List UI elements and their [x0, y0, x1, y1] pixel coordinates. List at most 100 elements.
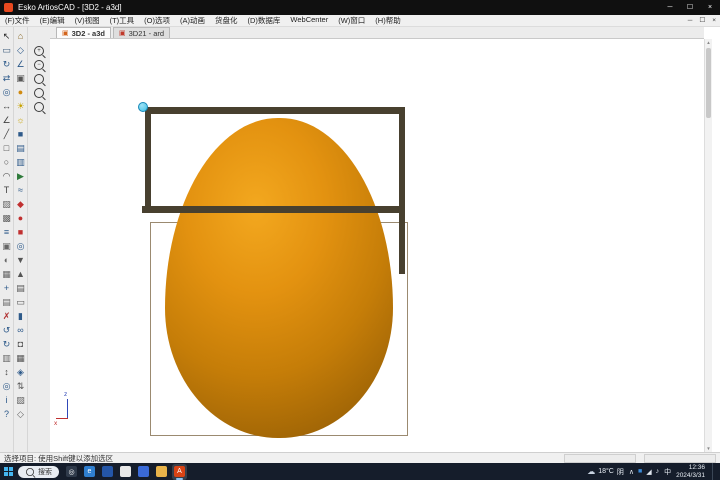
export-icon[interactable]: ▼ — [14, 253, 27, 267]
info-tool-icon[interactable]: i — [0, 393, 13, 407]
redo-icon[interactable]: ↻ — [0, 337, 13, 351]
snap-icon[interactable]: ◈ — [14, 365, 27, 379]
tray-expand-icon[interactable]: ∧ — [629, 468, 634, 476]
menu-item[interactable]: (E)编辑 — [35, 15, 70, 26]
menu-item[interactable]: (H)帮助 — [370, 15, 405, 26]
menu-item[interactable]: (W)窗口 — [333, 15, 370, 26]
red-tool-2-icon[interactable]: ● — [14, 211, 27, 225]
menu-item[interactable]: 货盘化 — [210, 15, 243, 26]
arc-tool-icon[interactable]: ◠ — [0, 169, 13, 183]
extra-tool-icon[interactable]: ◇ — [14, 407, 27, 421]
start-button[interactable] — [4, 467, 13, 476]
zoom-window-icon[interactable] — [31, 72, 47, 86]
array-tool-icon[interactable]: ▦ — [0, 267, 13, 281]
camera-view-icon[interactable]: ▣ — [14, 71, 27, 85]
menu-item[interactable]: (O)选项 — [139, 15, 175, 26]
frame-right-bar[interactable] — [399, 109, 405, 274]
group-tool-icon[interactable]: ▣ — [0, 239, 13, 253]
document-restore-button[interactable]: ☐ — [699, 15, 705, 26]
notes-icon[interactable]: ▨ — [14, 393, 27, 407]
canvas-3d-view[interactable]: z x — [50, 39, 704, 452]
red-tool-3-icon[interactable]: ■ — [14, 225, 27, 239]
options-icon[interactable]: ◘ — [14, 337, 27, 351]
select-tool-icon[interactable]: ↖ — [0, 29, 13, 43]
maximize-button[interactable]: ☐ — [680, 0, 700, 15]
menu-item[interactable]: (A)动画 — [175, 15, 210, 26]
taskbar-app-teams[interactable] — [100, 464, 115, 480]
vertical-scrollbar[interactable]: ▲ ▼ — [704, 39, 712, 452]
workspace-icon[interactable]: ⌂ — [14, 29, 27, 43]
zoom-out-icon[interactable]: − — [31, 58, 47, 72]
animation-play-icon[interactable]: ▶ — [14, 169, 27, 183]
fill-tool-icon[interactable]: ▩ — [0, 211, 13, 225]
document-close-button[interactable]: × — [712, 15, 716, 26]
menu-item[interactable]: (F)文件 — [0, 15, 35, 26]
show-desktop-button[interactable] — [712, 463, 716, 480]
database-icon[interactable]: ▮ — [14, 309, 27, 323]
undo-icon[interactable]: ↺ — [0, 323, 13, 337]
zoom-fit-icon[interactable] — [31, 86, 47, 100]
import-icon[interactable]: ▲ — [14, 267, 27, 281]
path-tool-icon[interactable]: ≈ — [14, 183, 27, 197]
zoom-out-tool-icon[interactable]: ◎ — [0, 379, 13, 393]
front-view-icon[interactable]: ■ — [14, 127, 27, 141]
taskbar-app-edge[interactable]: e — [82, 464, 97, 480]
taskbar-app-capture[interactable]: ◎ — [64, 464, 79, 480]
taskbar-weather[interactable]: ☁ 18°C 阴 — [587, 467, 624, 477]
document-tab[interactable]: ▣3D21 - ard — [113, 27, 170, 38]
red-tool-1-icon[interactable]: ◆ — [14, 197, 27, 211]
zoom-in-tool-icon[interactable]: ◎ — [0, 85, 13, 99]
menu-item[interactable]: WebCenter — [285, 15, 333, 26]
scroll-up-arrow-icon[interactable]: ▲ — [705, 40, 712, 45]
layers-tool-icon[interactable]: ≡ — [0, 225, 13, 239]
fold-tool-icon[interactable]: ◇ — [14, 43, 27, 57]
zoom-in-icon[interactable]: + — [31, 44, 47, 58]
menu-item[interactable]: (D)数据库 — [243, 15, 286, 26]
delete-tool-icon[interactable]: ✗ — [0, 309, 13, 323]
measure-tool-icon[interactable]: ↔ — [0, 99, 13, 113]
minimize-button[interactable]: ─ — [660, 0, 680, 15]
egg-3d-object[interactable] — [165, 118, 393, 438]
taskbar-file-explorer[interactable] — [154, 464, 169, 480]
menu-item[interactable]: (T)工具 — [105, 15, 140, 26]
ime-indicator[interactable]: 中 — [664, 467, 671, 477]
circle-tool-icon[interactable]: ○ — [0, 155, 13, 169]
tray-network-icon[interactable]: ◢ — [646, 468, 651, 476]
properties-tool-icon[interactable]: ▥ — [0, 351, 13, 365]
help-tool-icon[interactable]: ? — [0, 407, 13, 421]
dimension-tool-icon[interactable]: ↕ — [0, 365, 13, 379]
sheet-icon[interactable]: ▭ — [14, 295, 27, 309]
taskbar-app-notepad[interactable] — [118, 464, 133, 480]
link-icon[interactable]: ∞ — [14, 323, 27, 337]
rotation-handle[interactable] — [138, 102, 148, 112]
light-source-icon[interactable]: ☀ — [14, 99, 27, 113]
text-tool-icon[interactable]: T — [0, 183, 13, 197]
menu-item[interactable]: (V)视图 — [70, 15, 105, 26]
hatch-tool-icon[interactable]: ▨ — [0, 197, 13, 211]
frame-bottom-bar[interactable] — [142, 206, 405, 213]
print-icon[interactable]: ▤ — [14, 281, 27, 295]
render-mode-icon[interactable]: ● — [14, 85, 27, 99]
taskbar-clock[interactable]: 12:36 2024/3/31 — [676, 464, 705, 479]
copy-tool-icon[interactable]: ▤ — [0, 295, 13, 309]
zoom-window-tool-icon[interactable]: ▭ — [0, 43, 13, 57]
side-view-icon[interactable]: ▤ — [14, 141, 27, 155]
tray-app-blue-icon[interactable]: ■ — [638, 468, 642, 475]
rectangle-tool-icon[interactable]: □ — [0, 141, 13, 155]
frame-left-bar[interactable] — [145, 107, 151, 213]
fold-angle-icon[interactable]: ∠ — [14, 57, 27, 71]
axes-icon[interactable]: ⇅ — [14, 379, 27, 393]
mirror-tool-icon[interactable]: ◐ — [0, 253, 13, 267]
scrollbar-thumb[interactable] — [706, 48, 711, 118]
top-view-icon[interactable]: ▥ — [14, 155, 27, 169]
grid-icon[interactable]: ▦ — [14, 351, 27, 365]
tray-volume-icon[interactable]: ♪ — [656, 468, 660, 475]
angle-tool-icon[interactable]: ∠ — [0, 113, 13, 127]
bulb-tool-icon[interactable]: ☼ — [14, 113, 27, 127]
rotate-tool-icon[interactable]: ↻ — [0, 57, 13, 71]
document-tab[interactable]: ▣3D2 - a3d — [56, 27, 111, 38]
move-tool-icon[interactable]: + — [0, 281, 13, 295]
taskbar-app-artioscad[interactable]: A — [172, 464, 187, 480]
line-tool-icon[interactable]: ╱ — [0, 127, 13, 141]
close-button[interactable]: × — [700, 0, 720, 15]
